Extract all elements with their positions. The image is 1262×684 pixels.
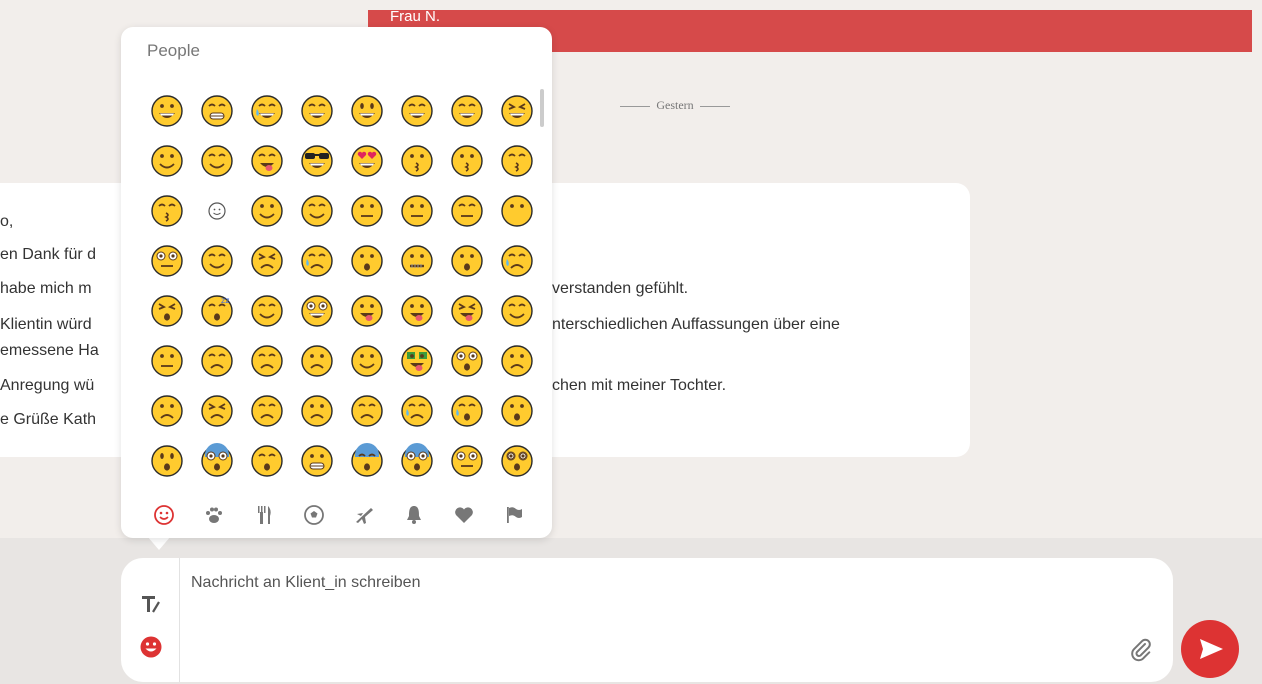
- emoji-toggle-icon[interactable]: [140, 636, 162, 658]
- emoji-joy[interactable]: [245, 89, 285, 129]
- emoji-heart-eyes[interactable]: [345, 139, 385, 179]
- emoji-grimacing[interactable]: [295, 439, 335, 479]
- date-separator: Gestern: [600, 98, 750, 113]
- emoji-grinning[interactable]: [145, 89, 185, 129]
- emoji-no-mouth[interactable]: [495, 189, 535, 229]
- message-composer[interactable]: Nachricht an Klient_in schreiben: [121, 558, 1173, 682]
- emoji-anguished[interactable]: [145, 439, 185, 479]
- emoji-slight-smile[interactable]: [245, 189, 285, 229]
- send-icon: [1200, 639, 1223, 659]
- emoji-fearful[interactable]: [195, 439, 235, 479]
- emoji-wink[interactable]: [145, 139, 185, 179]
- emoji-nerd[interactable]: [295, 289, 335, 329]
- emoji-scream[interactable]: [395, 439, 435, 479]
- emoji-flushed[interactable]: [445, 439, 485, 479]
- paperclip-icon[interactable]: [1129, 638, 1153, 662]
- emoji-tongue[interactable]: [345, 289, 385, 329]
- composer-divider: [179, 558, 180, 682]
- emoji-pensive[interactable]: [245, 339, 285, 379]
- emoji-confused[interactable]: [295, 339, 335, 379]
- message-line: o,: [0, 213, 14, 230]
- flag-icon[interactable]: [501, 502, 527, 528]
- emoji-upside-down[interactable]: [345, 339, 385, 379]
- emoji-sleepy[interactable]: [495, 239, 535, 279]
- emoji-smiley[interactable]: [345, 89, 385, 129]
- message-line: chen mit meiner Tochter.: [552, 377, 727, 394]
- emoji-frowning[interactable]: [495, 339, 535, 379]
- plane-icon[interactable]: [351, 502, 377, 528]
- emoji-unamused[interactable]: [145, 339, 185, 379]
- heart-icon[interactable]: [451, 502, 477, 528]
- svg-text:zz: zz: [221, 296, 229, 305]
- emoji-confounded[interactable]: [195, 389, 235, 429]
- emoji-sweat[interactable]: [195, 339, 235, 379]
- emoji-thinking[interactable]: [345, 189, 385, 229]
- message-line: nterschiedlichen Auffassungen über eine: [552, 316, 840, 333]
- emoji-astonished[interactable]: [445, 339, 485, 379]
- paw-icon[interactable]: [201, 502, 227, 528]
- picker-pointer: [147, 536, 171, 550]
- message-input[interactable]: Nachricht an Klient_in schreiben: [191, 574, 420, 592]
- emoji-dizzy[interactable]: [495, 439, 535, 479]
- emoji-grin[interactable]: [195, 89, 235, 129]
- emoji-yum[interactable]: [245, 139, 285, 179]
- emoji-weary[interactable]: [245, 439, 285, 479]
- emoji-open-mouth[interactable]: [345, 239, 385, 279]
- soccer-icon[interactable]: [301, 502, 327, 528]
- emoji-worried[interactable]: [295, 389, 335, 429]
- contact-name: Frau N.: [390, 10, 441, 24]
- emoji-picker: People zz: [121, 27, 552, 538]
- cutlery-icon[interactable]: [251, 502, 277, 528]
- emoji-category-title: People: [147, 41, 200, 60]
- emoji-rofl[interactable]: [295, 89, 335, 129]
- emoji-kissing-heart[interactable]: [395, 139, 435, 179]
- emoji-kissing-smiling-eyes[interactable]: [495, 139, 535, 179]
- emoji-slight-frown[interactable]: [145, 389, 185, 429]
- emoji-sleeping[interactable]: zz: [195, 289, 235, 329]
- emoji-money-mouth[interactable]: [395, 339, 435, 379]
- emoji-relaxed[interactable]: [195, 189, 235, 229]
- message-line: Anregung wü: [0, 377, 95, 394]
- emoji-hushed[interactable]: [445, 239, 485, 279]
- bell-icon[interactable]: [401, 502, 427, 528]
- emoji-drooling[interactable]: [495, 289, 535, 329]
- emoji-sob[interactable]: [445, 389, 485, 429]
- text-format-icon[interactable]: [139, 592, 163, 616]
- emoji-hugging[interactable]: [295, 189, 335, 229]
- emoji-cry[interactable]: [395, 389, 435, 429]
- emoji-persevere[interactable]: [245, 239, 285, 279]
- emoji-tongue-wink[interactable]: [395, 289, 435, 329]
- message-line: verstanden gefühlt.: [552, 280, 689, 297]
- emoji-relieved[interactable]: [245, 289, 285, 329]
- emoji-neutral[interactable]: [395, 189, 435, 229]
- emoji-disappointed-relieved[interactable]: [295, 239, 335, 279]
- emoji-tired[interactable]: [145, 289, 185, 329]
- emoji-smirk[interactable]: [195, 239, 235, 279]
- emoji-sunglasses[interactable]: [295, 139, 335, 179]
- message-line: en Dank für d: [0, 246, 97, 263]
- message-line: emessene Ha: [0, 342, 99, 359]
- emoji-expressionless[interactable]: [445, 189, 485, 229]
- emoji-cold-sweat[interactable]: [345, 439, 385, 479]
- emoji-zipper-mouth[interactable]: [395, 239, 435, 279]
- emoji-kissing[interactable]: [445, 139, 485, 179]
- message-line: Klientin würd: [0, 316, 92, 333]
- emoji-smile[interactable]: [395, 89, 435, 129]
- emoji-kissing-closed-eyes[interactable]: [145, 189, 185, 229]
- emoji-sweat-smile[interactable]: [445, 89, 485, 129]
- emoji-disappointed[interactable]: [245, 389, 285, 429]
- emoji-blush[interactable]: [195, 139, 235, 179]
- smiley-icon[interactable]: [151, 502, 177, 528]
- emoji-triumph[interactable]: [345, 389, 385, 429]
- emoji-tongue-closed-eyes[interactable]: [445, 289, 485, 329]
- emoji-laughing[interactable]: [495, 89, 535, 129]
- send-button[interactable]: [1181, 620, 1239, 678]
- message-line: habe mich m: [0, 280, 92, 297]
- picker-scrollbar[interactable]: [540, 89, 544, 127]
- message-line: e Grüße Kath: [0, 411, 97, 428]
- emoji-category-bar: [143, 497, 539, 531]
- emoji-frowning-open[interactable]: [495, 389, 535, 429]
- emoji-rolling-eyes[interactable]: [145, 239, 185, 279]
